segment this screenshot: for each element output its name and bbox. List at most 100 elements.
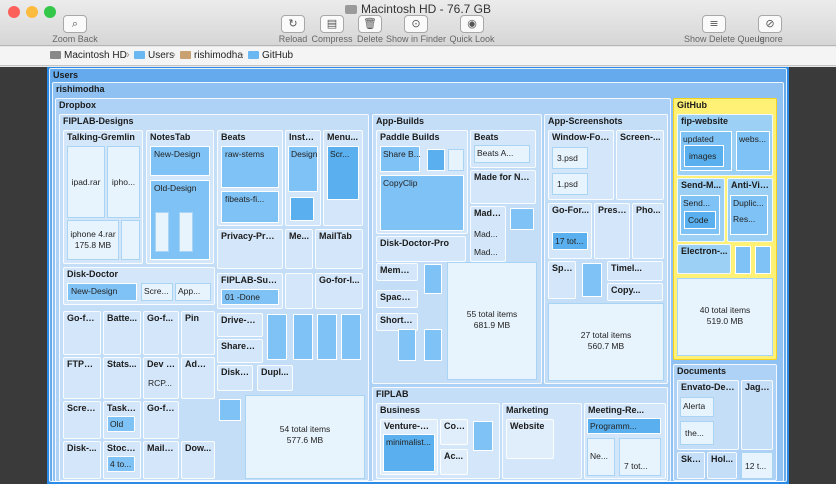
folder-privacy[interactable]: Privacy-Prot... bbox=[217, 229, 283, 269]
folder-dev-t[interactable]: Dev T... RCP... bbox=[143, 357, 179, 399]
folder-drive-cl[interactable]: Drive-Cl... bbox=[217, 313, 263, 337]
folder-go-for[interactable]: Go-For... 17 tot... bbox=[548, 203, 592, 259]
file-block[interactable] bbox=[427, 149, 445, 171]
quick-look-button[interactable]: ◉ Quick Look bbox=[442, 14, 502, 44]
file-block[interactable] bbox=[448, 149, 464, 171]
folder-old[interactable]: Old bbox=[107, 416, 135, 432]
folder-sket[interactable]: Sket... bbox=[677, 452, 705, 479]
file-block[interactable] bbox=[398, 329, 416, 361]
folder-go-fo[interactable]: Go-fo... bbox=[63, 311, 101, 355]
folder-app[interactable]: App... bbox=[175, 283, 211, 301]
folder-timel[interactable]: Timel... bbox=[607, 261, 663, 281]
folder-scree[interactable]: Scree... bbox=[63, 401, 101, 439]
file-block[interactable] bbox=[219, 399, 241, 421]
zoom-back-button[interactable]: ⌕ Zoom Back bbox=[45, 14, 105, 44]
ignore-button[interactable]: ⊘ Ignore bbox=[740, 14, 800, 44]
folder-alerta[interactable]: Alerta bbox=[680, 397, 714, 417]
file-group-54[interactable]: 54 total items 577.6 MB bbox=[245, 395, 365, 479]
folder-scre[interactable]: Scre... bbox=[141, 283, 173, 301]
folder-design[interactable]: Design bbox=[288, 146, 318, 192]
show-delete-queue-button[interactable]: ≡ Show Delete Queue bbox=[684, 14, 765, 44]
file-block[interactable] bbox=[424, 329, 442, 361]
file-four-to[interactable]: 4 to... bbox=[107, 456, 135, 472]
folder-envato[interactable]: Envato-Desi... Alerta the... bbox=[677, 380, 739, 450]
folder-prese[interactable]: Prese... bbox=[594, 203, 630, 259]
file-block[interactable] bbox=[267, 314, 287, 360]
folder-send-m[interactable]: Send-M... Send... Code bbox=[677, 178, 725, 242]
breadcrumb-github[interactable]: GitHub bbox=[248, 50, 293, 61]
folder-the[interactable]: the... bbox=[680, 421, 714, 445]
folder-go-fo-2[interactable]: Go-fo... bbox=[143, 401, 179, 439]
folder-pin[interactable]: Pin bbox=[181, 311, 215, 355]
breadcrumb-users[interactable]: Users bbox=[134, 50, 174, 61]
file-block[interactable] bbox=[285, 273, 313, 309]
file-block[interactable] bbox=[179, 212, 193, 252]
folder-mailt[interactable]: MailT... bbox=[143, 441, 179, 479]
file-ipad-rar[interactable]: ipad.rar bbox=[67, 146, 105, 218]
folder-scr[interactable]: Scr... bbox=[327, 146, 359, 200]
folder-stock[interactable]: Stock... 4 to... bbox=[103, 441, 141, 479]
folder-disk-2[interactable]: Disk-... bbox=[63, 441, 101, 479]
folder-tasktab[interactable]: TaskT... Old bbox=[103, 401, 141, 439]
file-block[interactable] bbox=[121, 220, 140, 260]
file-12-t[interactable]: 12 t... bbox=[741, 452, 773, 479]
file-ipho[interactable]: ipho... bbox=[107, 146, 140, 218]
file-block[interactable] bbox=[155, 212, 169, 252]
file-group-40[interactable]: 40 total items 519.0 MB bbox=[677, 278, 773, 356]
file-block[interactable] bbox=[510, 208, 534, 230]
folder-ab-beats[interactable]: Beats Beats A... bbox=[470, 130, 536, 168]
folder-made-for-net[interactable]: Made for Net... bbox=[470, 170, 536, 204]
file-block[interactable] bbox=[473, 421, 493, 451]
folder-ne[interactable]: Ne... bbox=[587, 438, 615, 476]
show-in-finder-button[interactable]: ⊙ Show in Finder bbox=[386, 14, 446, 44]
folder-website[interactable]: Website bbox=[506, 419, 554, 459]
folder-spaced[interactable]: SpaceD... bbox=[376, 290, 418, 308]
file-1psd[interactable]: 1.psd bbox=[552, 173, 588, 195]
folder-adbl[interactable]: AdBl... bbox=[181, 357, 215, 399]
folder-copy[interactable]: Copy... bbox=[607, 283, 663, 301]
folder-fibeats[interactable]: fibeats-fi... bbox=[221, 191, 279, 223]
folder-code[interactable]: Code bbox=[684, 211, 716, 229]
file-block[interactable] bbox=[341, 314, 361, 360]
folder-dupl[interactable]: Dupl... bbox=[257, 365, 293, 391]
file-3psd[interactable]: 3.psd bbox=[552, 147, 588, 169]
folder-copyclip[interactable]: CopyClip bbox=[380, 175, 464, 231]
folder-done[interactable]: 01 -Done bbox=[221, 289, 279, 305]
file-iphone4-rar[interactable]: iphone 4.rar 175.8 MB bbox=[67, 220, 119, 260]
folder-raw-stems[interactable]: raw-stems bbox=[221, 146, 279, 188]
folder-fip-website[interactable]: fip-website updated images webs... bbox=[677, 114, 773, 176]
breadcrumb-rishimodha[interactable]: rishimodha bbox=[180, 50, 243, 61]
folder-batte[interactable]: Batte... bbox=[103, 311, 141, 355]
folder-duplic[interactable]: Duplic... Res... bbox=[730, 195, 768, 235]
file-7-tot[interactable]: 7 tot... bbox=[619, 438, 661, 476]
folder-disk-doctor-pro[interactable]: Disk-Doctor-Pro bbox=[376, 236, 466, 262]
folder-dd-new-design[interactable]: New-Design bbox=[67, 283, 137, 301]
folder-pho[interactable]: Pho... bbox=[632, 203, 664, 259]
folder-meeting[interactable]: Meeting-Re... Programm... Ne... 7 tot... bbox=[584, 403, 666, 479]
folder-minimalist[interactable]: minimalist... bbox=[383, 434, 435, 472]
folder-venture[interactable]: Venture-Ca... minimalist... bbox=[380, 419, 438, 475]
folder-go-for-l[interactable]: Go-for-l... bbox=[315, 273, 363, 309]
folder-programm[interactable]: Programm... bbox=[587, 418, 661, 434]
folder-share-b[interactable]: Share B... bbox=[380, 146, 421, 172]
folder-made[interactable]: Made... Mad... Mad... bbox=[470, 206, 506, 262]
folder-dow[interactable]: Dow... bbox=[181, 441, 215, 479]
folder-stats[interactable]: Stats... bbox=[103, 357, 141, 399]
treemap[interactable]: Users rishimodha Dropbox FIPLAB-Designs … bbox=[47, 67, 789, 484]
folder-screen[interactable]: Screen-... bbox=[616, 130, 664, 200]
folder-ftpbot[interactable]: FTPBot bbox=[63, 357, 101, 399]
folder-mailtab[interactable]: MailTab bbox=[315, 229, 363, 269]
folder-hol[interactable]: Hol... bbox=[707, 452, 737, 479]
folder-go-f[interactable]: Go-f... bbox=[143, 311, 179, 355]
breadcrumb-macintosh-hd[interactable]: Macintosh HD bbox=[50, 50, 127, 61]
file-block[interactable] bbox=[317, 314, 337, 360]
file-block[interactable] bbox=[293, 314, 313, 360]
file-17-tot[interactable]: 17 tot... bbox=[552, 232, 588, 250]
folder-me[interactable]: Me... bbox=[285, 229, 313, 269]
folder-jagr[interactable]: Jagr... bbox=[741, 380, 773, 450]
folder-ac[interactable]: Ac... bbox=[440, 449, 468, 475]
file-block[interactable] bbox=[755, 246, 771, 274]
folder-images[interactable]: images bbox=[684, 145, 724, 167]
folder-anti-vir[interactable]: Anti-Vir... Duplic... Res... bbox=[727, 178, 773, 242]
file-block[interactable] bbox=[424, 264, 442, 294]
